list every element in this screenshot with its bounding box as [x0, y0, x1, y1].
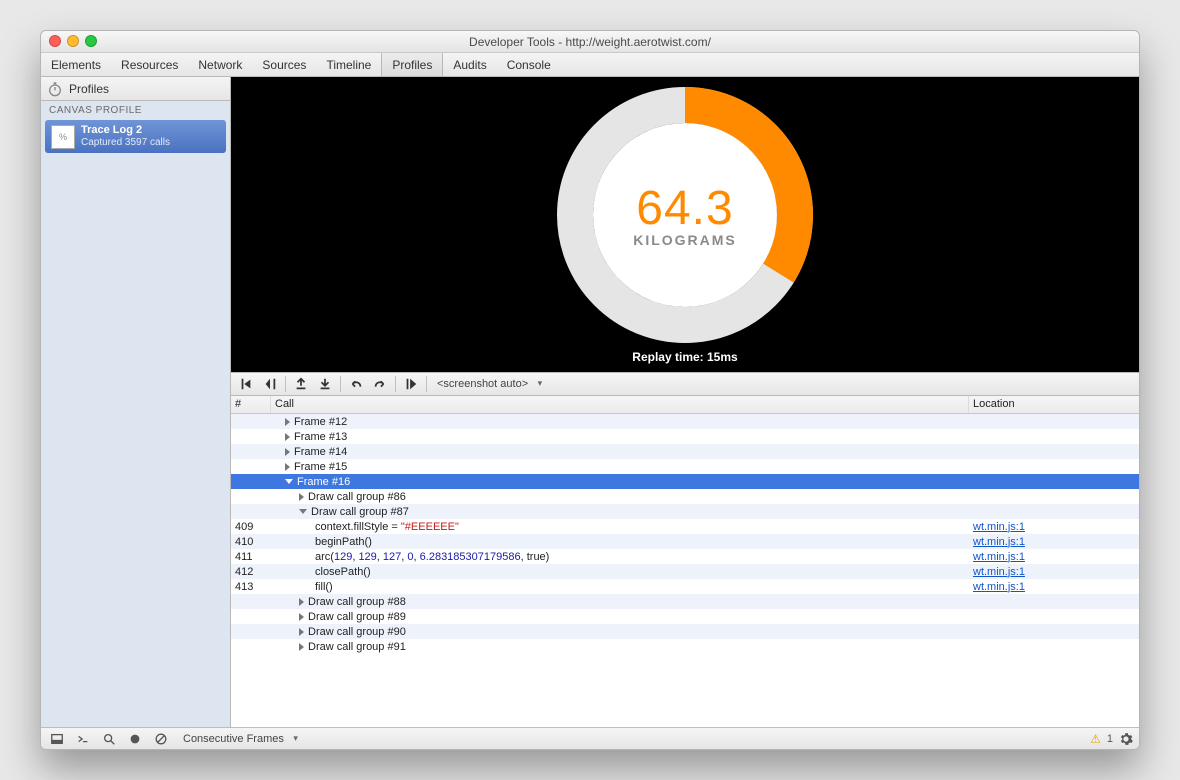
frames-mode-dropdown[interactable]: Consecutive Frames — [177, 733, 302, 745]
grid-row[interactable]: Frame #16 — [231, 474, 1139, 489]
grid-row[interactable]: Frame #15 — [231, 459, 1139, 474]
document-icon: % — [51, 125, 75, 149]
location-link[interactable]: wt.min.js:1 — [973, 536, 1025, 548]
col-call: Call — [271, 396, 969, 413]
separator — [426, 376, 427, 392]
tab-resources[interactable]: Resources — [111, 53, 188, 76]
sidebar-item-title: Trace Log 2 — [81, 124, 170, 137]
grid-header: # Call Location — [231, 396, 1139, 414]
minimize-button[interactable] — [67, 35, 79, 47]
donut-value: 64.3 — [636, 181, 733, 236]
grid-row[interactable]: Frame #14 — [231, 444, 1139, 459]
stopwatch-icon — [47, 81, 63, 97]
search-button[interactable] — [99, 730, 119, 748]
warning-icon[interactable]: ⚠ — [1090, 732, 1101, 746]
statusbar: Consecutive Frames ⚠ 1 — [41, 727, 1139, 749]
zoom-button[interactable] — [85, 35, 97, 47]
tab-network[interactable]: Network — [188, 53, 252, 76]
settings-icon[interactable] — [1119, 732, 1133, 746]
location-link[interactable]: wt.min.js:1 — [973, 566, 1025, 578]
grid-row[interactable]: Draw call group #91 — [231, 639, 1139, 654]
close-button[interactable] — [49, 35, 61, 47]
donut-chart: 64.3 KILOGRAMS — [556, 86, 814, 344]
sidebar-item-trace-log[interactable]: % Trace Log 2 Captured 3597 calls — [45, 120, 226, 153]
grid-row[interactable]: Draw call group #87 — [231, 504, 1139, 519]
screenshot-mode-dropdown[interactable]: <screenshot auto> — [431, 378, 546, 390]
prev-frame-button[interactable] — [259, 374, 281, 394]
first-frame-button[interactable] — [235, 374, 257, 394]
tab-console[interactable]: Console — [497, 53, 561, 76]
redo-button[interactable] — [369, 374, 391, 394]
main-panel: 64.3 KILOGRAMS Replay time: 15ms — [231, 77, 1139, 727]
play-button[interactable] — [400, 374, 422, 394]
grid-row[interactable]: Draw call group #89 — [231, 609, 1139, 624]
sidebar-header-label: Profiles — [69, 82, 109, 96]
grid-row[interactable]: Draw call group #88 — [231, 594, 1139, 609]
titlebar: Developer Tools - http://weight.aerotwis… — [41, 31, 1139, 53]
donut-unit: KILOGRAMS — [633, 232, 737, 248]
step-in-button[interactable] — [314, 374, 336, 394]
grid-row[interactable]: 413fill()wt.min.js:1 — [231, 579, 1139, 594]
sidebar: Profiles CANVAS PROFILE % Trace Log 2 Ca… — [41, 77, 231, 727]
tab-timeline[interactable]: Timeline — [316, 53, 381, 76]
replay-time: Replay time: 15ms — [632, 350, 737, 364]
separator — [285, 376, 286, 392]
console-button[interactable] — [73, 730, 93, 748]
col-location: Location — [969, 396, 1139, 413]
devtools-window: Developer Tools - http://weight.aerotwis… — [40, 30, 1140, 750]
col-num: # — [231, 396, 271, 413]
grid-row[interactable]: 410beginPath()wt.min.js:1 — [231, 534, 1139, 549]
undo-button[interactable] — [345, 374, 367, 394]
location-link[interactable]: wt.min.js:1 — [973, 551, 1025, 563]
tab-audits[interactable]: Audits — [443, 53, 496, 76]
body: Profiles CANVAS PROFILE % Trace Log 2 Ca… — [41, 77, 1139, 727]
grid-row[interactable]: 411arc(129, 129, 127, 0, 6.2831853071795… — [231, 549, 1139, 564]
sidebar-item-subtitle: Captured 3597 calls — [81, 137, 170, 149]
tab-elements[interactable]: Elements — [41, 53, 111, 76]
panel-tabs: ElementsResourcesNetworkSourcesTimelineP… — [41, 53, 1139, 77]
dock-button[interactable] — [47, 730, 67, 748]
warning-count: 1 — [1107, 733, 1113, 745]
grid-row[interactable]: Frame #13 — [231, 429, 1139, 444]
separator — [395, 376, 396, 392]
grid-row[interactable]: Frame #12 — [231, 414, 1139, 429]
grid-row[interactable]: Draw call group #86 — [231, 489, 1139, 504]
canvas-preview: 64.3 KILOGRAMS Replay time: 15ms — [231, 77, 1139, 372]
record-button[interactable] — [125, 730, 145, 748]
grid-row[interactable]: Draw call group #90 — [231, 624, 1139, 639]
tab-sources[interactable]: Sources — [252, 53, 316, 76]
call-grid[interactable]: # Call Location Frame #12Frame #13Frame … — [231, 396, 1139, 727]
separator — [340, 376, 341, 392]
tab-profiles[interactable]: Profiles — [381, 53, 443, 76]
clear-button[interactable] — [151, 730, 171, 748]
step-out-button[interactable] — [290, 374, 312, 394]
location-link[interactable]: wt.min.js:1 — [973, 521, 1025, 533]
window-title: Developer Tools - http://weight.aerotwis… — [41, 35, 1139, 49]
sidebar-header: Profiles — [41, 77, 230, 101]
grid-row[interactable]: 412closePath()wt.min.js:1 — [231, 564, 1139, 579]
sidebar-section-label: CANVAS PROFILE — [41, 101, 230, 120]
replay-toolbar: <screenshot auto> — [231, 372, 1139, 396]
location-link[interactable]: wt.min.js:1 — [973, 581, 1025, 593]
grid-row[interactable]: 409context.fillStyle = "#EEEEEE"wt.min.j… — [231, 519, 1139, 534]
traffic-lights — [49, 35, 97, 47]
